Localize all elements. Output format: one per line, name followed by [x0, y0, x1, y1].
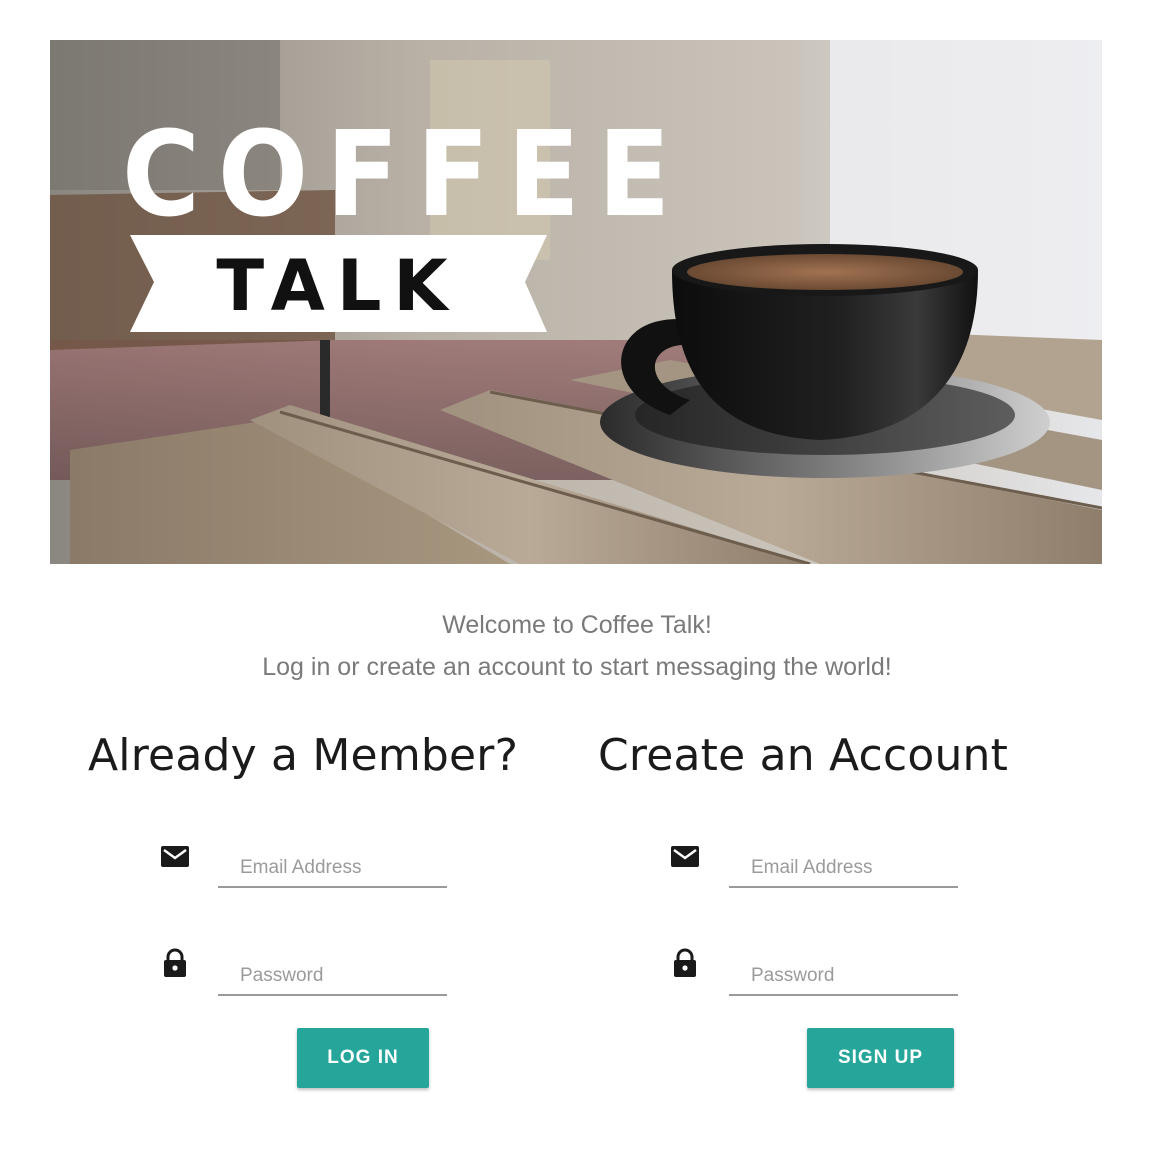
lock-icon [674, 948, 696, 977]
login-email-input[interactable] [218, 850, 447, 888]
welcome-message: Welcome to Coffee Talk! Log in or create… [0, 604, 1154, 688]
welcome-subtitle: Log in or create an account to start mes… [262, 653, 892, 681]
logo-coffee-text: COFFEE [122, 105, 688, 243]
signup-password-input[interactable] [729, 958, 958, 996]
lock-icon [164, 948, 186, 977]
hero-banner: COFFEE TALK [50, 40, 1102, 564]
signup-heading: Create an Account [598, 730, 1009, 781]
welcome-title: Welcome to Coffee Talk! [442, 611, 712, 639]
signup-email-input[interactable] [729, 850, 958, 888]
login-button[interactable]: LOG IN [297, 1028, 429, 1088]
logo-talk-text: TALK [216, 245, 459, 327]
login-password-input[interactable] [218, 958, 447, 996]
envelope-icon [161, 846, 189, 867]
envelope-icon [671, 846, 699, 867]
login-heading: Already a Member? [88, 730, 519, 781]
signup-button[interactable]: SIGN UP [807, 1028, 954, 1088]
hero-image: COFFEE TALK [50, 40, 1102, 564]
